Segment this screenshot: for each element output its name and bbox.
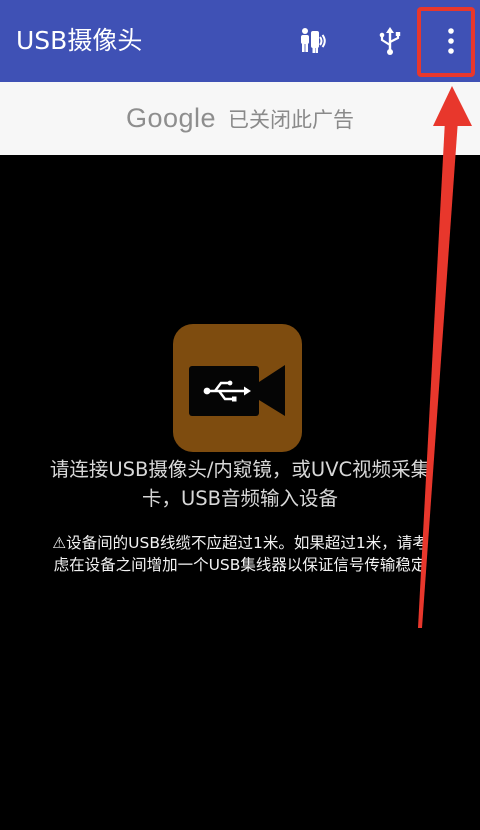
arrow-head: [433, 86, 472, 126]
annotation-arrow: [418, 86, 472, 628]
arrow-shaft: [418, 120, 458, 628]
